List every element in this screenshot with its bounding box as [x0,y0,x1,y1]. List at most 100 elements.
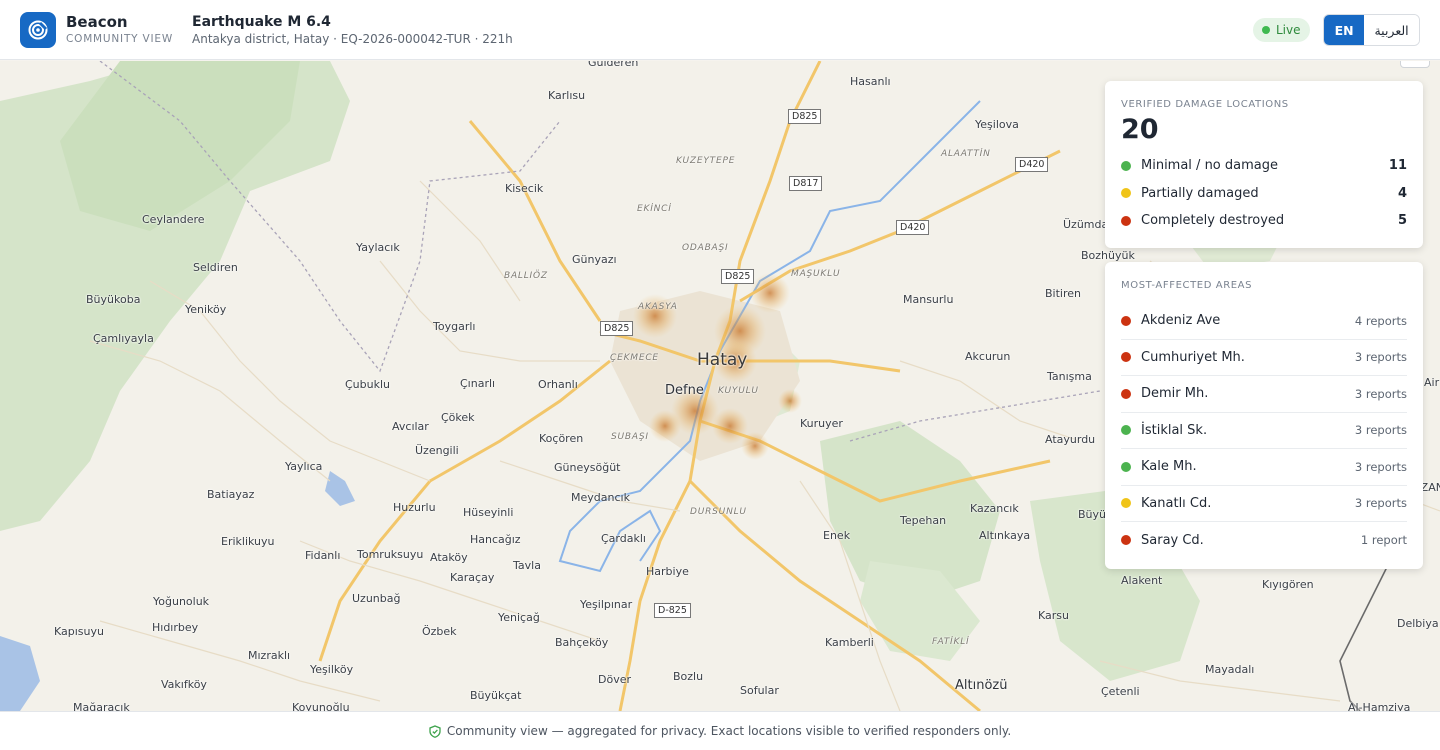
app-subtitle: COMMUNITY VIEW [66,33,174,45]
area-report-count: 3 reports [1354,386,1407,401]
map-place-label: Uzunbağ [352,592,401,605]
verified-damage-card: VERIFIED DAMAGE LOCATIONS 20 Minimal / n… [1105,81,1423,248]
area-row[interactable]: Cumhuriyet Mh. 3 reports [1121,340,1407,376]
map-place-label: Karlısu [548,89,586,102]
map-place-label: Yeşilköy [310,663,354,676]
map-place-label: Güneysöğüt [554,461,621,474]
map-place-label: Günyazı [572,253,617,266]
severity-count: 5 [1397,213,1407,229]
map-place-label: Vakıfköy [161,678,207,691]
area-row[interactable]: İstiklal Sk. 3 reports [1121,413,1407,449]
map-place-label: Çınarlı [460,377,496,390]
map-city-label: Hatay [697,350,748,370]
map-place-label: Mansurlu [903,293,954,306]
map-control-button[interactable] [1400,61,1430,68]
area-label: Saray Cd. [1141,532,1204,548]
map-place-label: Hancağız [470,533,521,546]
area-label: Kanatlı Cd. [1141,495,1212,511]
map-place-label: Özbek [422,625,457,638]
area-severity-dot-icon [1121,461,1131,472]
map-place-label: Huzurlu [393,501,436,514]
severity-dot-icon [1121,188,1131,199]
map-district-label: AKASYA [638,302,678,312]
map-place-label: Çubuklu [345,378,391,391]
severity-row[interactable]: Partially damaged 4 [1121,180,1407,208]
map-district-label: ODABAŞI [682,243,729,253]
map-place-label: Altınkaya [979,529,1031,542]
map-place-label: Yoğunoluk [153,595,210,608]
event-details: Antakya district, Hatay · EQ-2026-000042… [192,32,513,46]
map-place-label: Hıdırbey [152,621,199,634]
severity-count: 4 [1397,185,1407,201]
map-place-label: Harbiye [646,565,689,578]
area-row[interactable]: Demir Mh. 3 reports [1121,376,1407,413]
language-ar-button[interactable]: العربية [1364,15,1419,45]
map-place-label: Sofular [740,684,779,697]
map-place-label: Yeşilpınar [580,598,633,611]
map-place-label: Gulderen [588,61,639,69]
map-place-label: Seldiren [193,261,238,274]
area-label: Cumhuriyet Mh. [1141,349,1245,365]
privacy-footer: Community view — aggregated for privacy.… [0,711,1440,750]
area-report-count: 3 reports [1354,350,1407,365]
map-place-label: Avcılar [392,420,429,433]
area-label: Kale Mh. [1141,459,1197,475]
map-place-label: Orhanlı [538,378,578,391]
area-label: İstiklal Sk. [1141,422,1208,438]
map-place-label: Meydancık [571,491,630,504]
map-place-label: Büyükoba [86,293,141,306]
map-place-label: Büyükçat [470,689,522,702]
map-place-label: Eriklikuyu [221,535,275,548]
areas-heading: MOST-AFFECTED AREAS [1121,280,1253,291]
map-place-label: Al-Hamziya [1348,701,1411,711]
beacon-logo[interactable] [20,12,56,48]
map-place-label: Tavla [513,559,541,572]
area-report-count: 1 report [1360,533,1407,548]
severity-label: Minimal / no damage [1141,158,1278,174]
map-place-label: Kuruyer [800,417,843,430]
map-place-label: Çetenli [1101,685,1140,698]
area-severity-dot-icon [1121,388,1131,399]
area-row[interactable]: Kale Mh. 3 reports [1121,449,1407,486]
map-place-label: Defne [665,383,704,398]
map-place-label: Çamlıyayla [93,332,154,345]
severity-dot-icon [1121,160,1131,171]
road-shield: D825 [721,269,755,284]
map-place-label: Tanışma [1047,370,1092,383]
map-place-label: Koçören [539,432,584,445]
severity-count: 11 [1388,158,1407,174]
severity-row[interactable]: Completely destroyed 5 [1121,207,1407,235]
map-district-label: EKİNCİ [637,204,672,214]
privacy-note: Community view — aggregated for privacy.… [446,724,1012,738]
severity-label: Completely destroyed [1141,213,1285,229]
severity-dot-icon [1121,215,1131,226]
severity-list: Minimal / no damage 11 Partially damaged 4 C… [1121,152,1407,235]
area-severity-dot-icon [1121,425,1131,436]
map-place-label: Hüseyinli [463,506,514,519]
area-row[interactable]: Kanatlı Cd. 3 reports [1121,486,1407,522]
map-district-label: KUZEYTEPE [676,156,736,166]
map-place-label: Karaçay [450,571,495,584]
road-shield: D825 [788,109,822,124]
map-place-label: Koyunoğlu [292,701,350,711]
map-place-label: Bozlu [673,670,704,683]
map-place-label: Kıyıgören [1262,578,1314,591]
map-place-label: Hasanlı [850,75,891,88]
map-place-label: Yaylıca [285,460,323,473]
area-label: Akdeniz Ave [1141,313,1221,329]
severity-row[interactable]: Minimal / no damage 11 [1121,152,1407,180]
map-place-label: Ataköy [430,551,468,564]
map-place-label: Batiayaz [207,488,255,501]
area-row[interactable]: Akdeniz Ave 4 reports [1121,303,1407,340]
area-report-count: 3 reports [1354,459,1407,474]
map-place-label: Tomruksuyu [357,548,424,561]
map-place-label: Altınözü [955,678,1008,693]
verified-heading: VERIFIED DAMAGE LOCATIONS [1121,99,1289,110]
language-en-button[interactable]: EN [1324,15,1365,45]
map-place-label: Kisecik [505,182,544,195]
map-place-label: Çardaklı [601,532,646,545]
area-row[interactable]: Saray Cd. 1 report [1121,522,1407,559]
map-district-label: KUYULU [718,386,759,396]
map-district-label: SUBAŞI [611,432,649,442]
map-place-label: Mızraklı [248,649,291,662]
